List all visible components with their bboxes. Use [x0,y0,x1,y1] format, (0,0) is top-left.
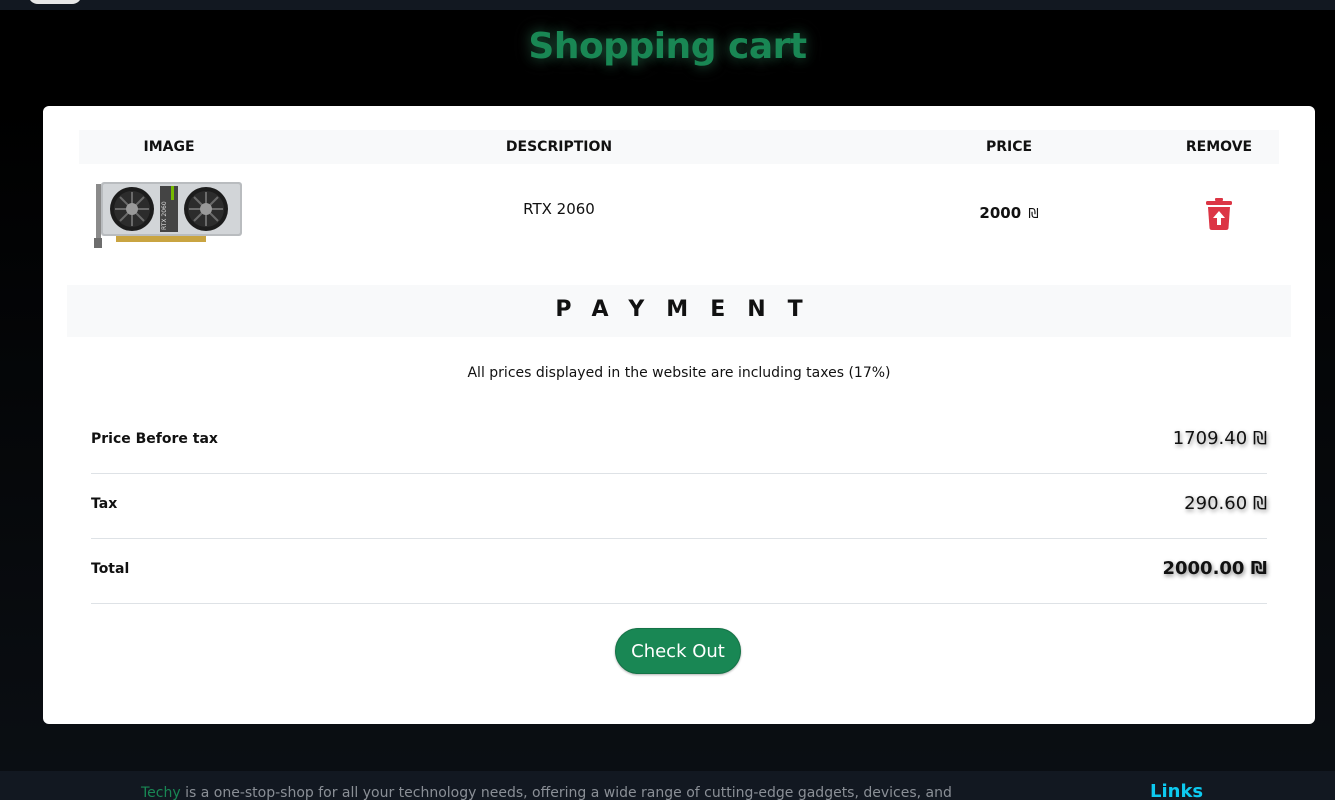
summary-label: Price Before tax [91,431,218,447]
footer-text: is a one-stop-shop for all your technolo… [180,785,952,800]
trash-icon [1206,198,1232,230]
summary-value: 2000.00 ₪ [1162,558,1267,579]
item-price-value: 2000 [979,204,1022,222]
summary-value: 1709.40 ₪ [1172,428,1267,449]
summary-row-tax: Tax 290.60 ₪ [91,473,1267,539]
summary-value: 290.60 ₪ [1184,493,1267,514]
cart-table-header: IMAGE DESCRIPTION PRICE REMOVE [79,130,1279,164]
header-description: DESCRIPTION [505,139,613,155]
item-price: 2000 ₪ [959,204,1059,222]
summary-row-before-tax: Price Before tax 1709.40 ₪ [91,408,1267,474]
header-remove: REMOVE [1185,139,1253,155]
summary-label: Total [91,561,130,577]
page-title: Shopping cart [528,26,807,67]
gpu-card-image: RTX 2060 [94,182,242,248]
header-image: IMAGE [143,139,195,155]
footer-links-title: Links [1150,781,1204,800]
footer: Techy is a one-stop-shop for all your te… [0,771,1335,800]
cart-card: IMAGE DESCRIPTION PRICE REMOVE RTX 2060 … [43,106,1315,724]
payment-header: PAYMENT [67,285,1291,337]
footer-description: Techy is a one-stop-shop for all your te… [141,785,952,800]
summary-row-total: Total 2000.00 ₪ [91,538,1267,604]
tax-note: All prices displayed in the website are … [467,365,891,381]
header-price: PRICE [985,139,1033,155]
gpu-card-label: RTX 2060 [161,201,168,230]
remove-item-button[interactable] [1206,198,1232,230]
summary-label: Tax [91,496,118,512]
checkout-button[interactable]: Check Out [615,628,741,674]
item-description: RTX 2060 [523,200,595,218]
cart-row: RTX 2060 RTX 2060 2000 ₪ [79,164,1279,274]
footer-brand-link[interactable]: Techy [141,785,181,800]
top-navbar [0,0,1335,10]
payment-title: PAYMENT [555,297,825,322]
navbar-logo[interactable] [28,0,82,4]
item-price-currency: ₪ [1028,207,1039,222]
